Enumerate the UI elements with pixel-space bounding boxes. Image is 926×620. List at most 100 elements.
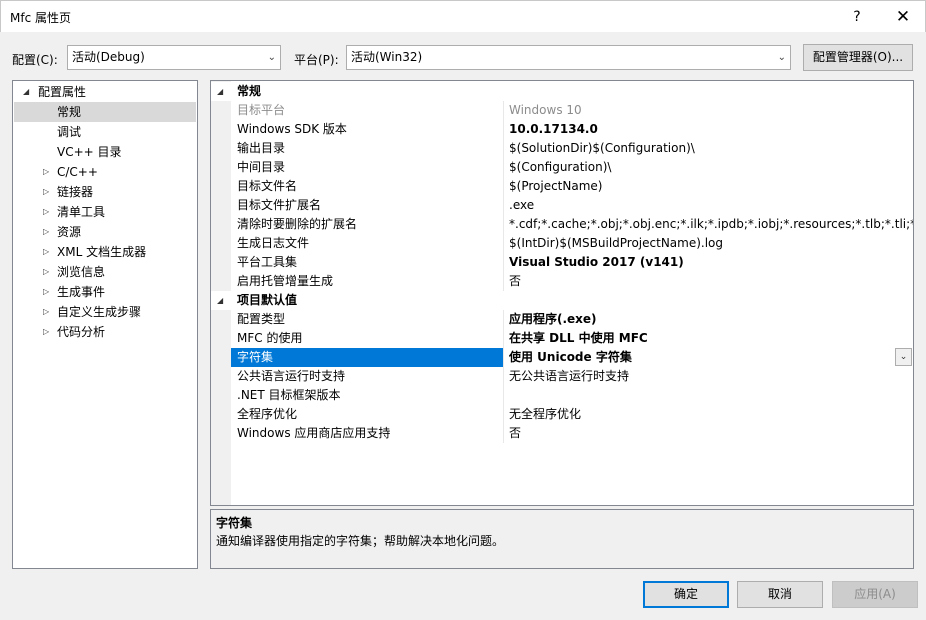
property-grid[interactable]: ◢ 常规目标平台 Windows 10 Windows SDK 版本 10.0.1713… bbox=[210, 80, 914, 506]
config-combo[interactable]: 活动(Debug) ⌄ bbox=[67, 45, 281, 70]
tree-item[interactable]: ▷ 链接器 bbox=[14, 182, 196, 202]
property-value[interactable]: Visual Studio 2017 (v141) bbox=[509, 253, 913, 272]
property-row[interactable]: MFC 的使用 在共享 DLL 中使用 MFC bbox=[211, 329, 913, 348]
collapsed-triangle-icon[interactable]: ▷ bbox=[43, 302, 49, 322]
property-name: 生成日志文件 bbox=[237, 236, 310, 250]
property-row[interactable]: 输出目录 $(SolutionDir)$(Configuration)\ bbox=[211, 139, 913, 158]
property-value[interactable]: $(SolutionDir)$(Configuration)\ bbox=[509, 139, 913, 158]
column-divider[interactable] bbox=[503, 101, 504, 120]
property-name: 中间目录 bbox=[237, 160, 286, 174]
property-value[interactable]: 在共享 DLL 中使用 MFC bbox=[509, 329, 913, 348]
apply-button[interactable]: 应用(A) bbox=[832, 581, 918, 608]
expanded-triangle-icon[interactable]: ◢ bbox=[217, 291, 223, 310]
property-value[interactable]: Windows 10 bbox=[509, 101, 913, 120]
property-row[interactable]: Windows 应用商店应用支持 否 bbox=[211, 424, 913, 443]
config-tree[interactable]: ◢ 配置属性 常规调试 VC++ 目录 ▷ C/C++ ▷ 链接器 ▷ 清单工具 ▷ 资源 ▷ XML 文… bbox=[12, 80, 198, 569]
tree-item[interactable]: VC++ 目录 bbox=[14, 142, 196, 162]
tree-item[interactable]: ▷ 生成事件 bbox=[14, 282, 196, 302]
column-divider[interactable] bbox=[503, 405, 504, 424]
property-name: 目标平台 bbox=[237, 103, 286, 117]
property-row[interactable]: 公共语言运行时支持 无公共语言运行时支持 bbox=[211, 367, 913, 386]
column-divider[interactable] bbox=[503, 424, 504, 443]
tree-item[interactable]: ▷ XML 文档生成器 bbox=[14, 242, 196, 262]
grid-category[interactable]: ◢ 项目默认值 bbox=[211, 291, 913, 310]
column-divider[interactable] bbox=[503, 139, 504, 158]
collapsed-triangle-icon[interactable]: ▷ bbox=[43, 162, 49, 182]
tree-item[interactable]: ▷ 浏览信息 bbox=[14, 262, 196, 282]
property-value[interactable]: 无公共语言运行时支持 bbox=[509, 367, 913, 386]
collapsed-triangle-icon[interactable]: ▷ bbox=[43, 182, 49, 202]
property-value[interactable]: 否 bbox=[509, 272, 913, 291]
column-divider[interactable] bbox=[503, 177, 504, 196]
ok-button[interactable]: 确定 bbox=[643, 581, 729, 608]
property-value[interactable]: $(Configuration)\ bbox=[509, 158, 913, 177]
collapsed-triangle-icon[interactable]: ▷ bbox=[43, 282, 49, 302]
property-value[interactable]: 否 bbox=[509, 424, 913, 443]
property-row[interactable]: 清除时要删除的扩展名 *.cdf;*.cache;*.obj;*.obj.enc;… bbox=[211, 215, 913, 234]
column-divider[interactable] bbox=[503, 329, 504, 348]
property-row[interactable]: 生成日志文件 $(IntDir)$(MSBuildProjectName).log bbox=[211, 234, 913, 253]
description-panel: 字符集 通知编译器使用指定的字符集；帮助解决本地化问题。 bbox=[210, 509, 914, 569]
collapsed-triangle-icon[interactable]: ▷ bbox=[43, 202, 49, 222]
property-row[interactable]: 全程序优化 无全程序优化 bbox=[211, 405, 913, 424]
tree-item[interactable]: 调试 bbox=[14, 122, 196, 142]
dropdown-arrow-icon[interactable]: ⌄ bbox=[895, 348, 912, 366]
property-row[interactable]: 目标平台 Windows 10 bbox=[211, 101, 913, 120]
property-row[interactable]: 字符集 使用 Unicode 字符集 ⌄ bbox=[211, 348, 913, 367]
collapsed-triangle-icon[interactable]: ▷ bbox=[43, 262, 49, 282]
property-value[interactable]: $(IntDir)$(MSBuildProjectName).log bbox=[509, 234, 913, 253]
close-button[interactable]: ✕ bbox=[883, 1, 923, 33]
property-row[interactable]: 中间目录 $(Configuration)\ bbox=[211, 158, 913, 177]
column-divider[interactable] bbox=[503, 253, 504, 272]
column-divider[interactable] bbox=[503, 367, 504, 386]
platform-combo-value: 活动(Win32) bbox=[351, 50, 423, 64]
expanded-triangle-icon[interactable]: ◢ bbox=[23, 82, 29, 102]
property-row[interactable]: 配置类型 应用程序(.exe) bbox=[211, 310, 913, 329]
collapsed-triangle-icon[interactable]: ▷ bbox=[43, 242, 49, 262]
property-row[interactable]: .NET 目标框架版本 bbox=[211, 386, 913, 405]
column-divider[interactable] bbox=[503, 158, 504, 177]
property-row[interactable]: 启用托管增量生成 否 bbox=[211, 272, 913, 291]
property-name: 目标文件扩展名 bbox=[237, 198, 322, 212]
property-value[interactable]: $(ProjectName) bbox=[509, 177, 913, 196]
property-row[interactable]: 目标文件扩展名 .exe bbox=[211, 196, 913, 215]
tree-root-config-properties[interactable]: ◢ 配置属性 bbox=[14, 82, 196, 102]
property-value[interactable]: 10.0.17134.0 bbox=[509, 120, 913, 139]
column-divider[interactable] bbox=[503, 272, 504, 291]
property-name: MFC 的使用 bbox=[237, 331, 303, 345]
chevron-down-icon: ⌄ bbox=[777, 52, 786, 63]
help-button[interactable]: ? bbox=[837, 1, 877, 33]
column-divider[interactable] bbox=[503, 386, 504, 405]
tree-item[interactable]: ▷ 代码分析 bbox=[14, 322, 196, 342]
title-bar: Mfc 属性页 ? ✕ bbox=[0, 0, 926, 32]
tree-item[interactable]: 常规 bbox=[14, 102, 196, 122]
tree-item[interactable]: ▷ C/C++ bbox=[14, 162, 196, 182]
property-value[interactable]: 应用程序(.exe) bbox=[509, 310, 913, 329]
property-row[interactable]: Windows SDK 版本 10.0.17134.0 bbox=[211, 120, 913, 139]
tree-item[interactable]: ▷ 资源 bbox=[14, 222, 196, 242]
column-divider[interactable] bbox=[503, 348, 504, 367]
property-name: Windows 应用商店应用支持 bbox=[237, 426, 391, 440]
column-divider[interactable] bbox=[503, 234, 504, 253]
column-divider[interactable] bbox=[503, 215, 504, 234]
expanded-triangle-icon[interactable]: ◢ bbox=[217, 82, 223, 101]
platform-combo[interactable]: 活动(Win32) ⌄ bbox=[346, 45, 791, 70]
property-row[interactable]: 目标文件名 $(ProjectName) bbox=[211, 177, 913, 196]
property-value[interactable]: 无全程序优化 bbox=[509, 405, 913, 424]
tree-item[interactable]: ▷ 自定义生成步骤 bbox=[14, 302, 196, 322]
cancel-button[interactable]: 取消 bbox=[737, 581, 823, 608]
property-value[interactable]: *.cdf;*.cache;*.obj;*.obj.enc;*.ilk;*.ip… bbox=[509, 215, 913, 234]
config-manager-button[interactable]: 配置管理器(O)... bbox=[803, 44, 913, 71]
collapsed-triangle-icon[interactable]: ▷ bbox=[43, 222, 49, 242]
column-divider[interactable] bbox=[503, 310, 504, 329]
property-value[interactable] bbox=[509, 386, 913, 405]
column-divider[interactable] bbox=[503, 120, 504, 139]
property-row[interactable]: 平台工具集 Visual Studio 2017 (v141) bbox=[211, 253, 913, 272]
collapsed-triangle-icon[interactable]: ▷ bbox=[43, 322, 49, 342]
tree-item-label: 调试 bbox=[57, 125, 82, 139]
grid-category[interactable]: ◢ 常规 bbox=[211, 82, 913, 101]
property-value[interactable]: 使用 Unicode 字符集 bbox=[509, 348, 913, 367]
column-divider[interactable] bbox=[503, 196, 504, 215]
tree-item[interactable]: ▷ 清单工具 bbox=[14, 202, 196, 222]
property-value[interactable]: .exe bbox=[509, 196, 913, 215]
